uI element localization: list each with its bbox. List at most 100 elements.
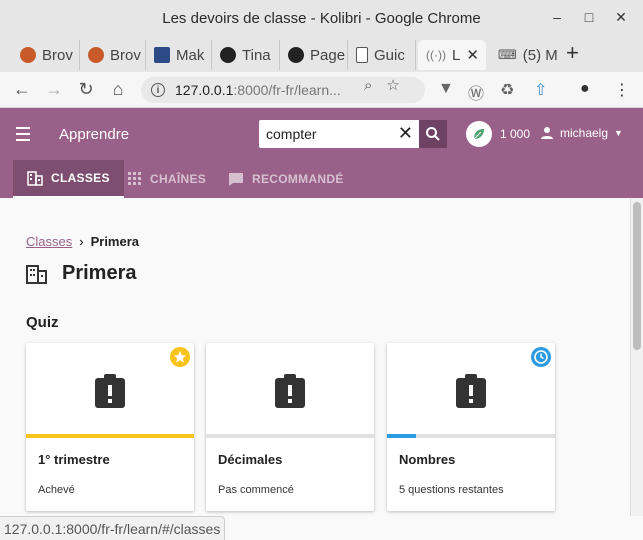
- close-tab-icon[interactable]: ✕: [466, 46, 479, 64]
- clear-search-icon[interactable]: ✕: [398, 123, 413, 144]
- tab-classes[interactable]: CLASSES: [13, 160, 124, 198]
- assignment-late-icon: [95, 373, 125, 408]
- github-icon: [288, 47, 304, 63]
- scrollbar[interactable]: [630, 198, 643, 516]
- minimize-icon[interactable]: –: [541, 9, 573, 26]
- user-menu[interactable]: michaelg ▼: [540, 126, 623, 140]
- main-content: Classes › Primera Primera Quiz 1° trimes…: [0, 198, 630, 516]
- quiz-card[interactable]: 1° trimestre Achevé: [26, 343, 194, 511]
- browser-tab[interactable]: Brov: [12, 40, 80, 70]
- building-icon: [27, 171, 43, 186]
- home-icon[interactable]: ⌂: [102, 79, 134, 100]
- browser-tab[interactable]: Brov: [80, 40, 146, 70]
- reload-icon[interactable]: ↻: [70, 79, 102, 100]
- quiz-status: Achevé: [38, 484, 75, 496]
- quiz-progress-bar: [206, 434, 374, 438]
- chrome-icon: [88, 47, 104, 63]
- quiz-progress-bar: [387, 434, 555, 438]
- tab-label: Mak: [176, 46, 205, 64]
- address-path: :8000/fr-fr/learn...: [233, 82, 341, 98]
- search-button[interactable]: [419, 120, 447, 148]
- building-icon: [26, 264, 47, 284]
- tab-label: Brov: [110, 46, 141, 64]
- chrome-icon: [20, 47, 36, 63]
- tab-channels[interactable]: CHAÎNES: [114, 160, 220, 198]
- app-title: Apprendre: [59, 126, 130, 143]
- kolibri-icon: ((·)): [426, 48, 446, 62]
- extension-w-icon[interactable]: Ⓦ: [468, 80, 484, 104]
- site-info-icon[interactable]: i: [151, 83, 165, 97]
- tab-label: Page: [310, 46, 346, 64]
- github-icon: [220, 47, 236, 63]
- forward-icon[interactable]: →: [38, 79, 70, 100]
- quiz-title: Nombres: [399, 452, 456, 467]
- points-indicator[interactable]: 1 000: [466, 121, 530, 147]
- breadcrumb-current: Primera: [90, 234, 140, 249]
- browser-tab[interactable]: ⌨ (5) M: [490, 40, 558, 70]
- window-title: Les devoirs de classe - Kolibri - Google…: [162, 9, 481, 27]
- search-page-icon[interactable]: ⌕: [364, 77, 372, 94]
- grid-icon: [128, 172, 141, 185]
- assignment-late-icon: [456, 373, 486, 408]
- address-actions: ⌕ ☆: [364, 72, 400, 98]
- breadcrumb-link-classes[interactable]: Classes: [26, 234, 72, 249]
- clock-icon: [531, 347, 551, 367]
- tab-label: Brov: [42, 46, 73, 64]
- menu-icon[interactable]: [16, 127, 30, 145]
- browser-tabbar: Brov Brov Mak Tina Page Guic ((·)) L ✕ ⌨…: [0, 36, 643, 72]
- keyboard-icon: ⌨: [498, 47, 517, 62]
- tab-label: L: [451, 46, 461, 64]
- chrome-menu-icon[interactable]: ⋮: [614, 80, 630, 100]
- extension-upload-icon[interactable]: ⇧: [534, 80, 547, 100]
- make-icon: [154, 47, 170, 63]
- quiz-title: Décimales: [218, 452, 283, 467]
- search-icon: [426, 127, 440, 141]
- maximize-icon[interactable]: □: [573, 9, 605, 26]
- quiz-card[interactable]: Décimales Pas commencé: [206, 343, 374, 511]
- tab-label: Guic: [374, 46, 405, 64]
- extension-v-icon[interactable]: ▼: [438, 80, 454, 98]
- browser-tab[interactable]: Mak: [146, 40, 212, 70]
- assignment-late-icon: [275, 373, 305, 408]
- quiz-thumbnail: [26, 343, 194, 438]
- close-window-icon[interactable]: ✕: [605, 9, 637, 26]
- page-title: Primera: [26, 262, 137, 285]
- quiz-progress-bar: [26, 434, 194, 438]
- search-input[interactable]: compter ✕: [259, 120, 419, 148]
- points-value: 1 000: [500, 127, 531, 141]
- new-tab-button[interactable]: +: [566, 40, 579, 66]
- page-icon: [356, 47, 368, 63]
- points-leaf-icon: [466, 121, 492, 147]
- person-icon: [541, 127, 553, 139]
- quiz-thumbnail: [206, 343, 374, 438]
- browser-tab[interactable]: Page: [280, 40, 348, 70]
- bookmark-star-icon[interactable]: ☆: [386, 76, 399, 94]
- comment-icon: [229, 172, 243, 186]
- breadcrumb-separator: ›: [79, 234, 84, 249]
- chevron-down-icon: ▼: [614, 128, 623, 138]
- status-bar-url: 127.0.0.1:8000/fr-fr/learn/#/classes: [0, 516, 226, 540]
- browser-tab-active[interactable]: ((·)) L ✕: [418, 40, 486, 70]
- page-title-text: Primera: [62, 262, 137, 284]
- quiz-status: Pas commencé: [218, 484, 294, 496]
- tab-recommended[interactable]: RECOMMANDÉ: [214, 160, 358, 198]
- browser-tab[interactable]: Guic: [348, 40, 416, 70]
- address-host: 127.0.0.1: [175, 82, 234, 98]
- tab-channels-label: CHAÎNES: [150, 172, 207, 186]
- app-header: Apprendre compter ✕ 1 000 michaelg ▼: [0, 108, 643, 160]
- browser-tab[interactable]: Tina: [212, 40, 280, 70]
- star-icon: [170, 347, 190, 367]
- section-heading-quiz: Quiz: [26, 314, 59, 331]
- profile-icon[interactable]: ●: [580, 80, 590, 98]
- back-icon[interactable]: ←: [6, 79, 38, 100]
- extension-recycle-icon[interactable]: ♻: [500, 80, 514, 100]
- quiz-thumbnail: [387, 343, 555, 438]
- tab-label: (5) M: [522, 46, 558, 64]
- nav-tabs: CLASSES CHAÎNES RECOMMANDÉ: [0, 160, 643, 198]
- tab-recommended-label: RECOMMANDÉ: [252, 172, 344, 186]
- quiz-card[interactable]: Nombres 5 questions restantes: [387, 343, 555, 511]
- tab-label: Tina: [242, 46, 271, 64]
- breadcrumb: Classes › Primera: [26, 234, 139, 249]
- scrollbar-thumb[interactable]: [633, 202, 641, 350]
- tab-classes-label: CLASSES: [51, 171, 110, 185]
